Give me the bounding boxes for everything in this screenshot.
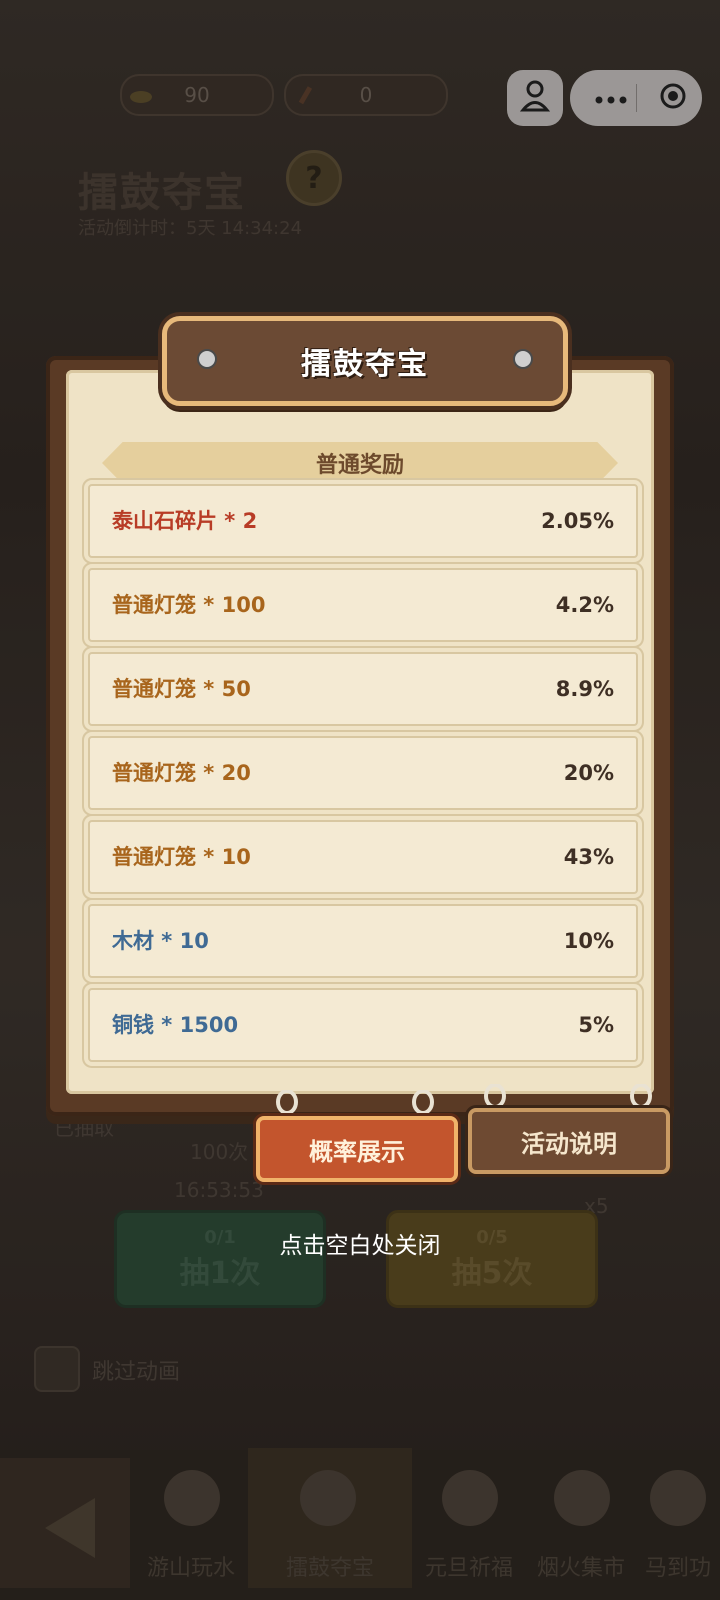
- reward-probability: 5%: [578, 1013, 614, 1037]
- dialog-title-plate: 擂鼓夺宝: [162, 316, 568, 406]
- reward-probability: 20%: [563, 761, 614, 785]
- activity-info-tab-label: 活动说明: [521, 1129, 617, 1158]
- reward-probability: 43%: [563, 845, 614, 869]
- section-banner: 普通奖励: [102, 442, 618, 484]
- reward-probability: 4.2%: [555, 593, 614, 617]
- reward-row: 铜钱 * 1500 5%: [88, 988, 638, 1062]
- reward-name: 普通灯笼 * 20: [112, 761, 251, 785]
- reward-probability: 2.05%: [541, 509, 614, 533]
- reward-name: 普通灯笼 * 100: [112, 593, 266, 617]
- probability-tab-label: 概率展示: [309, 1137, 405, 1166]
- reward-row: 普通灯笼 * 50 8.9%: [88, 652, 638, 726]
- reward-row: 普通灯笼 * 20 20%: [88, 736, 638, 810]
- rivet-right-icon: [513, 349, 533, 369]
- reward-row: 普通灯笼 * 10 43%: [88, 820, 638, 894]
- activity-info-tab-button[interactable]: 活动说明: [468, 1108, 670, 1174]
- reward-name: 普通灯笼 * 50: [112, 677, 251, 701]
- reward-probability: 8.9%: [555, 677, 614, 701]
- reward-name: 泰山石碎片 * 2: [112, 509, 258, 533]
- reward-row: 泰山石碎片 * 2 2.05%: [88, 484, 638, 558]
- probability-tab-button[interactable]: 概率展示: [256, 1116, 458, 1182]
- reward-name: 木材 * 10: [112, 929, 209, 953]
- reward-probability: 10%: [563, 929, 614, 953]
- dialog-title: 擂鼓夺宝: [301, 347, 429, 382]
- reward-row: 木材 * 10 10%: [88, 904, 638, 978]
- rivet-left-icon: [197, 349, 217, 369]
- section-title: 普通奖励: [315, 453, 404, 478]
- reward-name: 普通灯笼 * 10: [112, 845, 251, 869]
- reward-name: 铜钱 * 1500: [112, 1013, 239, 1037]
- reward-row: 普通灯笼 * 100 4.2%: [88, 568, 638, 642]
- close-hint[interactable]: 点击空白处关闭: [0, 1226, 720, 1260]
